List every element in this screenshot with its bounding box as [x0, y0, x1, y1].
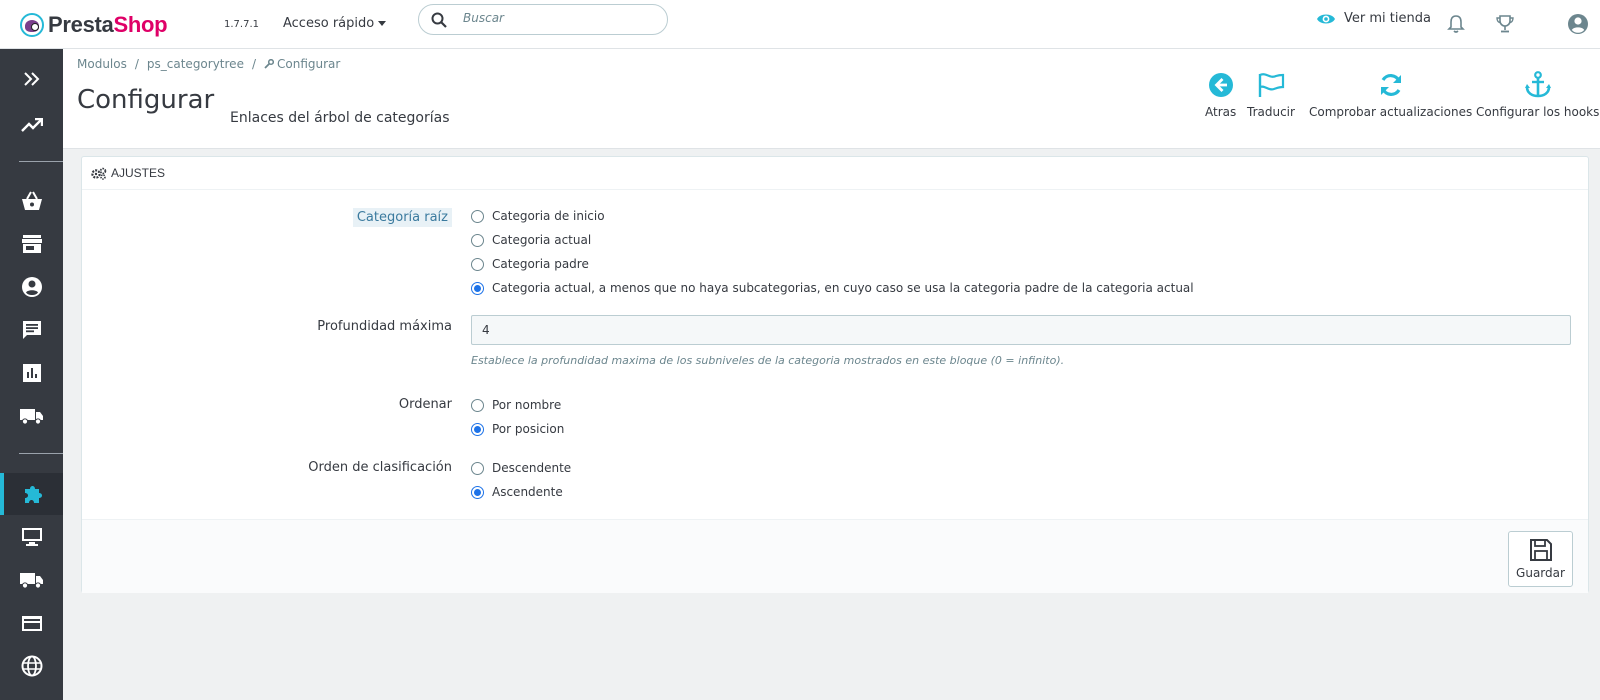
- sidebar-item-modules[interactable]: [0, 473, 63, 515]
- flag-icon: [1258, 73, 1285, 97]
- page-title: Configurar: [77, 85, 215, 115]
- save-button[interactable]: Guardar: [1508, 531, 1573, 587]
- sort-order-option-desc[interactable]: Descendente: [471, 459, 571, 477]
- sidebar-item-payment[interactable]: [0, 602, 63, 644]
- shopping-basket-icon: [21, 191, 42, 210]
- page-subtitle: Enlaces del árbol de categorías: [230, 110, 450, 126]
- sidebar-item-dashboard[interactable]: [0, 104, 63, 146]
- trophy-icon[interactable]: [1495, 14, 1515, 34]
- store-icon: [21, 235, 42, 253]
- prestashop-puffin-icon: [20, 13, 44, 37]
- back-button[interactable]: Atras: [1205, 69, 1236, 119]
- sidebar-item-customers[interactable]: [0, 266, 63, 308]
- puzzle-icon: [24, 486, 42, 503]
- search-icon: [431, 12, 447, 28]
- anchor-icon: [1524, 71, 1551, 98]
- sidebar-item-carriers[interactable]: [0, 559, 63, 601]
- top-header: PrestaShop 1.7.7.1 Acceso rápido Ver mi …: [0, 0, 1600, 49]
- max-depth-help: Establece la profundidad maxima de los s…: [471, 354, 1065, 367]
- root-category-option-home[interactable]: Categoria de inicio: [471, 207, 605, 225]
- translate-label: Traducir: [1247, 105, 1295, 119]
- radio-button[interactable]: [471, 461, 484, 475]
- page-header: Modulos / ps_categorytree / Configurar C…: [63, 49, 1600, 149]
- arrow-left-circle-icon: [1208, 73, 1233, 97]
- version-label: 1.7.7.1: [224, 19, 259, 30]
- eye-icon: [1317, 14, 1335, 23]
- panel-footer: Guardar: [82, 519, 1588, 593]
- brand-name: PrestaShop: [48, 12, 168, 37]
- cogs-icon: [91, 167, 107, 180]
- settings-panel: AJUSTES Categoría raíz Categoria de inic…: [81, 156, 1589, 593]
- truck-icon: [19, 408, 43, 425]
- floppy-disk-icon: [1529, 539, 1552, 561]
- prestashop-logo[interactable]: PrestaShop: [20, 12, 168, 38]
- bell-icon[interactable]: [1447, 14, 1465, 34]
- check-updates-button[interactable]: Comprobar actualizaciones: [1309, 69, 1472, 119]
- quick-access-label: Acceso rápido: [283, 16, 375, 31]
- bar-chart-icon: [22, 364, 41, 382]
- trending-up-icon: [20, 118, 43, 132]
- breadcrumb: Modulos / ps_categorytree / Configurar: [77, 57, 340, 71]
- sidebar-item-international[interactable]: [0, 645, 63, 687]
- sidebar-item-stats[interactable]: [0, 352, 63, 394]
- search-box[interactable]: [418, 4, 668, 35]
- sort-option-position[interactable]: Por posicion: [471, 420, 564, 438]
- breadcrumb-modules[interactable]: Modulos: [77, 57, 127, 71]
- breadcrumb-separator: /: [251, 57, 256, 71]
- caret-down-icon: [378, 21, 387, 26]
- root-category-option-parent[interactable]: Categoria padre: [471, 255, 589, 273]
- account-icon[interactable]: [1567, 13, 1589, 35]
- radio-button-selected[interactable]: [471, 485, 484, 499]
- configure-hooks-label: Configurar los hooks: [1476, 105, 1600, 119]
- sidebar: [0, 49, 63, 700]
- account-circle-icon: [21, 277, 42, 297]
- sidebar-item-orders[interactable]: [0, 180, 63, 222]
- double-chevron-right-icon: [23, 72, 39, 86]
- panel-heading-label: AJUSTES: [111, 166, 166, 180]
- radio-button-selected[interactable]: [471, 281, 484, 295]
- panel-heading: AJUSTES: [82, 157, 1588, 190]
- sidebar-item-design[interactable]: [0, 516, 63, 558]
- sort-option-name[interactable]: Por nombre: [471, 396, 561, 414]
- max-depth-label: Profundidad máxima: [317, 319, 452, 334]
- view-store-label: Ver mi tienda: [1344, 11, 1431, 26]
- translate-button[interactable]: Traducir: [1247, 69, 1295, 119]
- sidebar-item-shipping[interactable]: [0, 395, 63, 437]
- root-category-option-current[interactable]: Categoria actual: [471, 231, 591, 249]
- radio-button[interactable]: [471, 209, 484, 223]
- radio-button[interactable]: [471, 233, 484, 247]
- radio-button[interactable]: [471, 257, 484, 271]
- radio-button-selected[interactable]: [471, 422, 484, 436]
- view-store-link[interactable]: Ver mi tienda: [1316, 11, 1431, 26]
- radio-button[interactable]: [471, 398, 484, 412]
- back-label: Atras: [1205, 105, 1237, 119]
- check-updates-label: Comprobar actualizaciones: [1309, 105, 1473, 119]
- breadcrumb-current-label: Configurar: [277, 57, 341, 71]
- sort-order-option-asc[interactable]: Ascendente: [471, 483, 563, 501]
- configure-hooks-button[interactable]: Configurar los hooks: [1476, 69, 1599, 119]
- monitor-icon: [21, 528, 42, 546]
- root-category-option-current-or-parent[interactable]: Categoria actual, a menos que no haya su…: [471, 279, 1194, 297]
- refresh-icon: [1380, 74, 1401, 96]
- breadcrumb-separator: /: [134, 57, 139, 71]
- root-category-label: Categoría raíz: [352, 208, 452, 227]
- save-label: Guardar: [1516, 566, 1565, 580]
- sidebar-toggle[interactable]: [0, 58, 63, 100]
- breadcrumb-module[interactable]: ps_categorytree: [147, 57, 244, 71]
- quick-access-dropdown[interactable]: Acceso rápido: [283, 16, 387, 31]
- credit-card-icon: [21, 615, 42, 631]
- max-depth-input[interactable]: [471, 315, 1571, 345]
- sidebar-divider: [19, 161, 63, 162]
- sort-label: Ordenar: [398, 397, 452, 412]
- truck-icon: [19, 572, 43, 589]
- sidebar-divider: [19, 453, 63, 454]
- sort-order-label: Orden de clasificación: [308, 460, 452, 475]
- search-input[interactable]: [463, 11, 653, 25]
- breadcrumb-current: Configurar: [264, 57, 340, 71]
- globe-icon: [21, 655, 42, 677]
- sidebar-item-messages[interactable]: [0, 309, 63, 351]
- sidebar-item-catalog[interactable]: [0, 223, 63, 265]
- chat-icon: [22, 321, 41, 339]
- wrench-icon: [264, 59, 274, 69]
